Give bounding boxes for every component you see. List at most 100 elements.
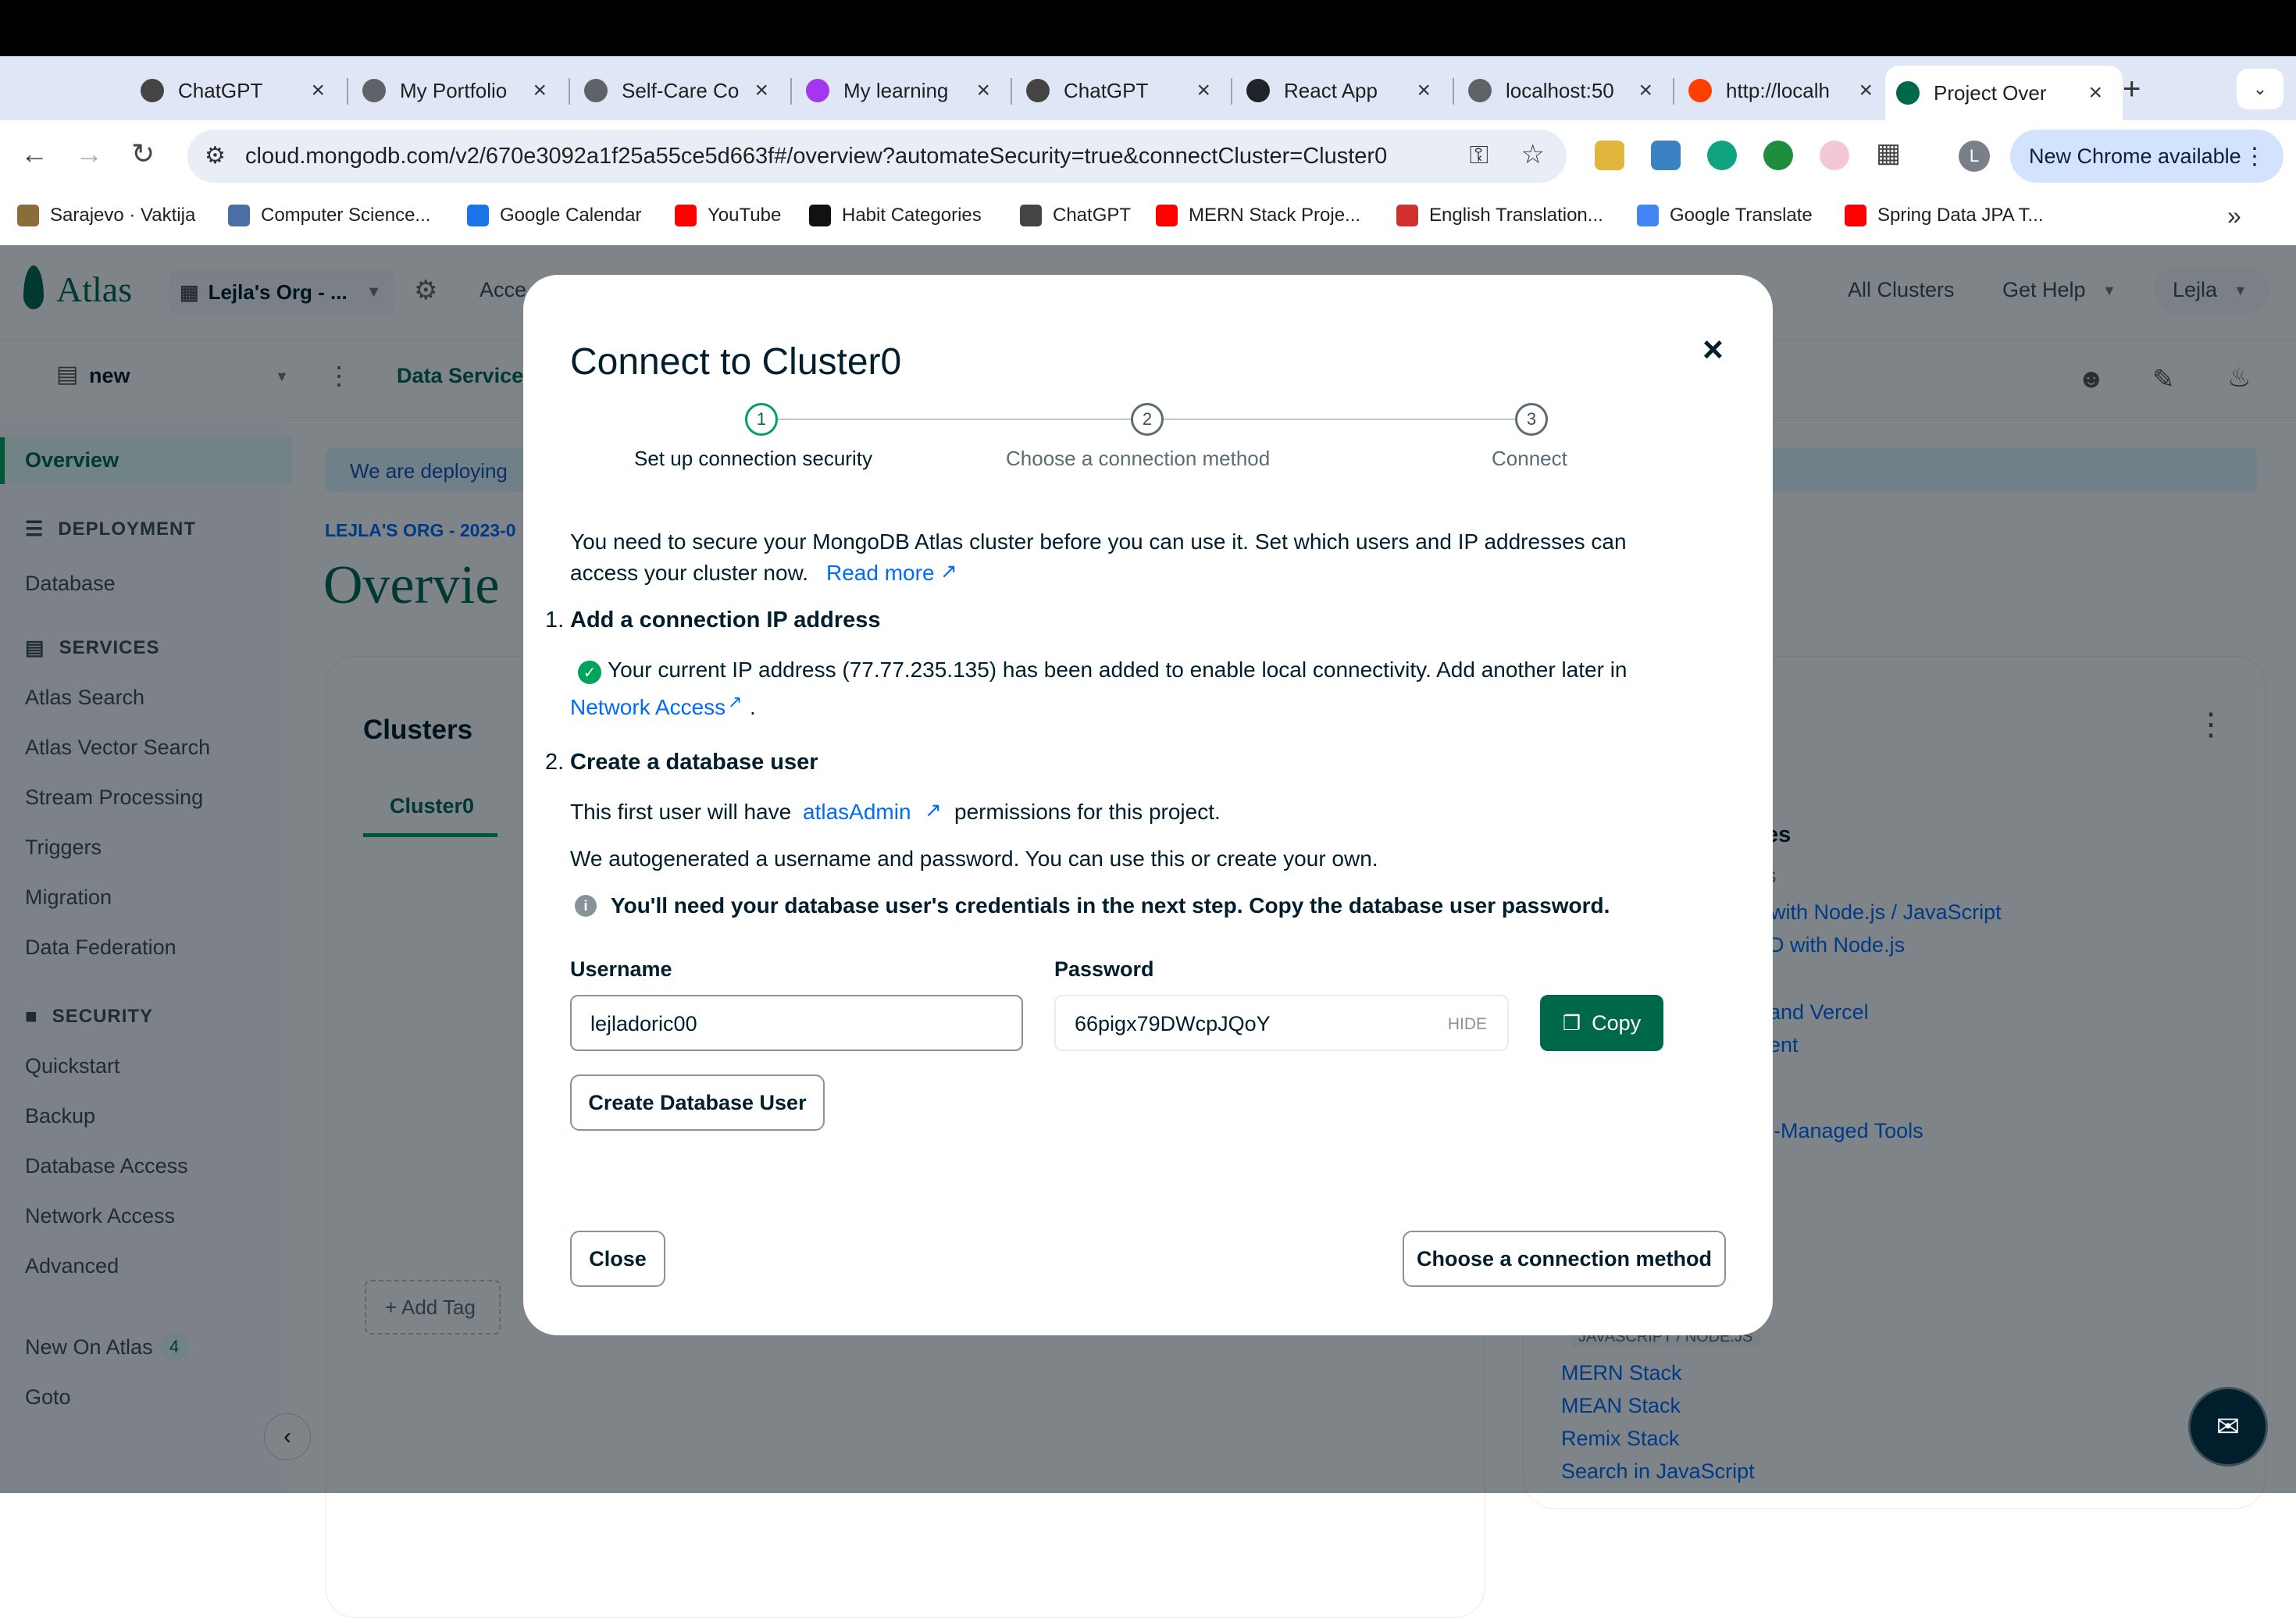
ip-period: . — [750, 695, 756, 719]
tab-close-icon[interactable]: × — [311, 77, 325, 104]
menu-kebab-icon: ⋮ — [2243, 143, 2266, 169]
tab-close-icon[interactable]: × — [754, 77, 768, 104]
password-label: Password — [1054, 957, 1154, 981]
new-chrome-available-button[interactable]: New Chrome available ⋮ — [2010, 130, 2284, 183]
password-input[interactable]: 66pigx79DWcpJQoY HIDE — [1054, 995, 1509, 1051]
bookmark-label: Google Translate — [1670, 205, 1813, 226]
tab-title: http://localh — [1726, 78, 1830, 102]
bookmark-item[interactable]: English Translation... — [1396, 205, 1603, 226]
url-text[interactable]: cloud.mongodb.com/v2/670e3092a1f25a55ce5… — [245, 144, 1387, 169]
atlas-admin-link[interactable]: atlasAdmin — [803, 800, 911, 825]
chat-support-icon[interactable]: ✉ — [2188, 1387, 2268, 1467]
tab-close-icon[interactable]: × — [1638, 77, 1652, 104]
step-2-indicator: 2 — [1131, 403, 1164, 436]
atlas-admin-external-icon: ↗ — [925, 798, 942, 821]
back-icon[interactable]: ← — [20, 137, 48, 170]
copy-password-button[interactable]: ❐ Copy — [1540, 995, 1663, 1051]
address-bar[interactable]: ⚙ cloud.mongodb.com/v2/670e3092a1f25a55c… — [187, 130, 1567, 183]
bookmark-label: English Translation... — [1429, 205, 1603, 226]
hide-password-toggle[interactable]: HIDE — [1448, 1015, 1487, 1034]
extension-icon-4[interactable] — [1763, 141, 1793, 170]
section-2-number: 2. — [545, 750, 565, 775]
tab-separator — [1231, 78, 1232, 105]
browser-tab[interactable]: Self-Care Co × — [584, 66, 778, 116]
username-value: lejladoric00 — [590, 1012, 697, 1035]
copy-label: Copy — [1592, 1010, 1642, 1035]
browser-tab[interactable]: My Portfolio × — [362, 66, 556, 116]
browser-tab[interactable]: http://localh × — [1688, 66, 1882, 116]
tab-close-icon[interactable]: × — [976, 77, 990, 104]
tab-title: Project Over — [1934, 80, 2047, 105]
bookmark-item[interactable]: ChatGPT — [1020, 205, 1131, 226]
chatgpt-extension-icon[interactable] — [1707, 141, 1737, 170]
bookmark-item[interactable]: Habit Categories — [809, 205, 982, 226]
browser-tab[interactable]: ChatGPT × — [141, 66, 334, 116]
browser-tab[interactable]: Project Over × — [1885, 66, 2123, 120]
site-settings-icon[interactable]: ⚙ — [205, 142, 226, 169]
close-icon[interactable]: × — [1702, 328, 1724, 370]
bookmark-label: Computer Science... — [261, 205, 431, 226]
read-more-link[interactable]: Read more — [826, 561, 935, 586]
tab-close-icon[interactable]: × — [2088, 80, 2102, 106]
tab-close-icon[interactable]: × — [1417, 77, 1431, 104]
browser-tab[interactable]: My learning × — [806, 66, 1000, 116]
bookmark-label: ChatGPT — [1053, 205, 1132, 226]
browser-tab-strip: ChatGPT × My Portfolio × Self-Care Co × My lea… — [0, 56, 2296, 120]
tab-title: Self-Care Co — [622, 78, 739, 102]
browser-tab[interactable]: localhost:50 × — [1468, 66, 1662, 116]
globe-icon — [584, 79, 608, 102]
credentials-warning: You'll need your database user's credent… — [611, 893, 1610, 918]
bookmark-label: MERN Stack Proje... — [1189, 205, 1361, 226]
more-bookmarks-chevron-icon[interactable]: » — [2227, 201, 2241, 230]
tab-separator — [1673, 78, 1674, 105]
step-3-label: Connect — [1492, 447, 1567, 470]
forward-icon[interactable]: → — [75, 137, 103, 170]
choose-connection-method-button[interactable]: Choose a connection method — [1403, 1231, 1726, 1287]
step-2-label: Choose a connection method — [1006, 447, 1271, 470]
extensions-puzzle-icon[interactable]: ▦ — [1876, 137, 1901, 169]
bookmark-item[interactable]: Spring Data JPA T... — [1845, 205, 2044, 226]
reload-icon[interactable]: ↻ — [131, 137, 155, 170]
tab-close-icon[interactable]: × — [1859, 77, 1873, 104]
username-input[interactable]: lejladoric00 — [570, 995, 1023, 1051]
bookmark-item[interactable]: Google Translate — [1637, 205, 1813, 226]
step-3-indicator: 3 — [1515, 403, 1548, 436]
tab-separator — [347, 78, 348, 105]
bookmark-item[interactable]: Sarajevo · Vaktija — [17, 205, 195, 226]
password-key-icon[interactable]: ⚿ — [1470, 141, 1488, 170]
chatgpt-icon — [1026, 79, 1050, 102]
bookmark-item[interactable]: Google Calendar — [467, 205, 641, 226]
extension-icon-2[interactable] — [1651, 141, 1681, 170]
browser-tab[interactable]: ChatGPT × — [1026, 66, 1220, 116]
step-1-indicator: 1 — [745, 403, 778, 436]
create-database-user-button[interactable]: Create Database User — [570, 1075, 825, 1131]
youtube-icon — [1845, 205, 1866, 226]
tab-title: My Portfolio — [400, 78, 508, 102]
bookmark-label: Sarajevo · Vaktija — [50, 205, 196, 226]
bookmark-label: Google Calendar — [500, 205, 642, 226]
globe-icon — [362, 79, 386, 102]
tab-search-chevron-icon[interactable]: ⌄ — [2237, 69, 2284, 109]
browser-tab[interactable]: React App × — [1246, 66, 1440, 116]
bookmark-star-icon[interactable]: ☆ — [1521, 139, 1545, 170]
tab-title: React App — [1284, 78, 1378, 102]
tab-separator — [569, 78, 570, 105]
extension-icon-1[interactable] — [1595, 141, 1624, 170]
new-tab-button[interactable]: + — [2123, 72, 2141, 107]
close-button[interactable]: Close — [570, 1231, 665, 1287]
learning-icon — [806, 79, 829, 102]
bookmark-item[interactable]: YouTube — [675, 205, 781, 226]
copy-icon: ❐ — [1562, 1010, 1581, 1035]
tab-close-icon[interactable]: × — [533, 77, 547, 104]
network-access-link[interactable]: Network Access — [570, 695, 726, 720]
youtube-icon — [675, 205, 697, 226]
tab-close-icon[interactable]: × — [1196, 77, 1210, 104]
bookmark-item[interactable]: MERN Stack Proje... — [1156, 205, 1360, 226]
extension-icon-5[interactable] — [1820, 141, 1849, 170]
profile-avatar[interactable]: L — [1959, 141, 1990, 172]
tab-separator — [790, 78, 792, 105]
bookmark-label: YouTube — [708, 205, 782, 226]
bookmark-item[interactable]: Computer Science... — [228, 205, 430, 226]
tab-title: ChatGPT — [1064, 78, 1149, 102]
globe-icon — [1468, 79, 1492, 102]
